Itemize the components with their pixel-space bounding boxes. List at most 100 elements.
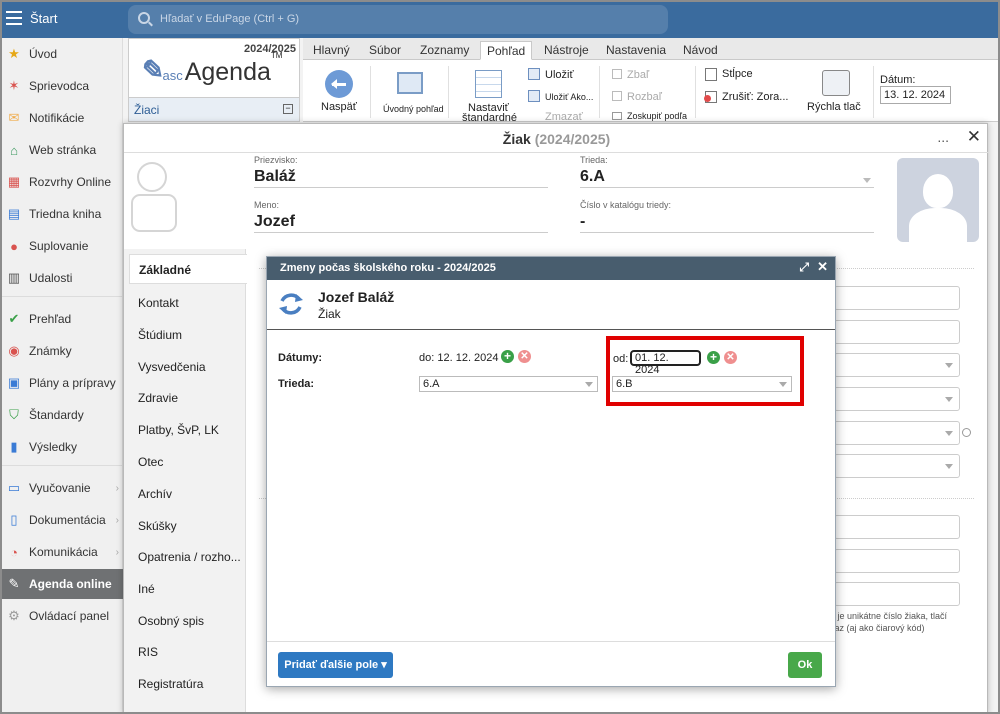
section-osobny-spis[interactable]: Osobný spis — [138, 614, 204, 628]
sidebar-item-uvod[interactable]: ★ Úvod — [0, 39, 123, 69]
section-kontakt[interactable]: Kontakt — [138, 296, 179, 310]
background-select[interactable] — [834, 454, 960, 478]
expand-button[interactable]: Rozbaľ — [627, 91, 662, 103]
search-box[interactable] — [128, 5, 668, 34]
remove-period-icon[interactable]: ✕ — [518, 350, 531, 363]
tab-nastavenia[interactable]: Nastavenia — [600, 41, 672, 60]
close-icon[interactable]: ✕ — [967, 127, 981, 147]
expand-icon[interactable]: ⤢ — [799, 260, 809, 275]
to-date-text: do: 12. 12. 2024 — [419, 352, 499, 364]
tab-subor[interactable]: Súbor — [363, 41, 407, 60]
sidebar-item-suplovanie[interactable]: ● Suplovanie — [0, 231, 123, 261]
background-input[interactable] — [834, 515, 960, 539]
tab-navod[interactable]: Návod — [677, 41, 724, 60]
sidebar-item-label: Úvod — [29, 47, 58, 61]
tab-pohlad[interactable]: Pohľad — [480, 41, 533, 60]
section-otec[interactable]: Otec — [138, 455, 163, 469]
sidebar-item-web[interactable]: ⌂ Web stránka — [0, 135, 123, 165]
sidebar-item-notifikacie[interactable]: ✉ Notifikácie — [0, 103, 123, 133]
section-ine[interactable]: Iné — [138, 582, 155, 596]
sidebar-item-agenda-online[interactable]: ✎ Agenda online — [0, 569, 123, 599]
sidebar-item-komunikacia[interactable]: ◔ Komunikácia › — [0, 537, 123, 567]
close-icon[interactable]: ✕ — [817, 259, 828, 275]
class-select-old[interactable]: 6.A — [419, 376, 598, 392]
student-photo-placeholder[interactable] — [897, 158, 979, 242]
logo-asc: asc — [162, 68, 183, 83]
refresh-icon[interactable] — [962, 428, 971, 437]
sync-icon — [279, 293, 303, 315]
sidebar-item-sprievodca[interactable]: ✶ Sprievodca — [0, 71, 123, 101]
section-vysvedcenia[interactable]: Vysvedčenia — [138, 360, 206, 374]
start-label[interactable]: Štart — [30, 11, 57, 26]
background-input[interactable] — [834, 549, 960, 573]
tab-nastroje[interactable]: Nástroje — [538, 41, 595, 60]
section-registratura[interactable]: Registratúra — [138, 677, 203, 691]
collapse-icon — [612, 69, 622, 79]
check-circle-icon: ✔ — [8, 311, 20, 326]
sidebar-item-label: Web stránka — [29, 143, 97, 157]
sidebar-item-standardy[interactable]: ⛉ Štandardy — [0, 400, 123, 430]
ok-button[interactable]: Ok — [788, 652, 822, 678]
add-field-button[interactable]: Pridať ďalšie pole ▾ — [278, 652, 393, 678]
quick-print-button[interactable]: Rýchla tlač — [807, 101, 861, 113]
tab-hlavny[interactable]: Hlavný — [307, 41, 356, 60]
person-icon: ● — [10, 238, 18, 254]
sidebar-item-vysledky[interactable]: ▮ Výsledky — [0, 432, 123, 462]
add-period-icon[interactable]: + — [501, 350, 514, 363]
save-as-icon — [528, 90, 540, 102]
class-field[interactable]: Trieda: 6.A — [580, 155, 874, 188]
section-platby[interactable]: Platby, ŠvP, LK — [138, 423, 219, 437]
tab-zoznamy[interactable]: Zoznamy — [414, 41, 475, 60]
sidebar-item-label: Komunikácia — [29, 545, 98, 559]
section-skusky[interactable]: Skúšky — [138, 519, 177, 533]
printer-icon — [822, 70, 850, 96]
catalog-number-field[interactable]: Číslo v katalógu triedy: - — [580, 200, 874, 233]
more-icon[interactable]: ... — [937, 129, 949, 145]
background-input[interactable] — [834, 286, 960, 310]
group-by-button[interactable]: Zoskupiť podľa — [627, 111, 687, 121]
background-select[interactable] — [834, 353, 960, 377]
search-input[interactable] — [160, 10, 640, 28]
background-input[interactable] — [834, 320, 960, 344]
student-window-title: Žiak (2024/2025) — [502, 131, 611, 147]
section-zakladne[interactable]: Základné — [129, 254, 247, 284]
section-archiv[interactable]: Archív — [138, 487, 172, 501]
section-zdravie[interactable]: Zdravie — [138, 391, 178, 405]
surname-field[interactable]: Priezvisko: Baláž — [254, 155, 548, 188]
save-as-button[interactable]: Uložiť Ako... — [545, 92, 593, 102]
section-ris[interactable]: RIS — [138, 645, 158, 659]
collapse-button[interactable]: Zbaľ — [627, 69, 649, 81]
hamburger-menu-icon[interactable] — [6, 11, 22, 25]
sidebar-item-prehlad[interactable]: ✔ Prehľad — [0, 304, 123, 334]
columns-button[interactable]: Stĺpce — [722, 68, 753, 80]
sidebar-item-dokumentacia[interactable]: ▯ Dokumentácia › — [0, 505, 123, 535]
sidebar-item-udalosti[interactable]: ▥ Udalosti — [0, 263, 123, 293]
sidebar-item-rozvrhy[interactable]: ▦ Rozvrhy Online — [0, 167, 123, 197]
sidebar-item-vyucovanie[interactable]: ▭ Vyučovanie › — [0, 473, 123, 503]
save-button[interactable]: Uložiť — [545, 69, 574, 81]
sidebar-item-triedna-kniha[interactable]: ▤ Triedna kniha — [0, 199, 123, 229]
back-button[interactable]: Naspäť — [321, 101, 357, 113]
collapse-icon[interactable]: − — [283, 104, 293, 114]
background-select[interactable] — [834, 421, 960, 445]
name-field[interactable]: Meno: Jozef — [254, 200, 548, 233]
students-panel-header[interactable]: Žiaci − — [129, 97, 299, 121]
surname-label: Priezvisko: — [254, 155, 298, 165]
home-view-button[interactable]: Úvodný pohľad — [383, 104, 444, 114]
background-select[interactable] — [834, 387, 960, 411]
section-studium[interactable]: Štúdium — [138, 328, 182, 342]
sidebar-item-plany[interactable]: ▣ Plány a prípravy — [0, 368, 123, 398]
date-input[interactable]: 13. 12. 2024 — [880, 86, 951, 104]
cancel-sort-button[interactable]: Zrušiť: Zora... — [722, 91, 788, 103]
sidebar-item-znamky[interactable]: ◉ Známky — [0, 336, 123, 366]
sidebar-item-ovladaci-panel[interactable]: ⚙ Ovládací panel — [0, 601, 123, 631]
section-opatrenia[interactable]: Opatrenia / rozho... — [138, 550, 241, 564]
back-arrow-icon[interactable] — [325, 70, 353, 98]
delete-button[interactable]: Zmazať — [545, 111, 583, 123]
chevron-down-icon — [863, 178, 871, 183]
surname-value: Baláž — [254, 168, 296, 185]
star-icon: ★ — [8, 46, 20, 61]
background-input[interactable] — [834, 582, 960, 606]
briefcase-icon: ▣ — [7, 375, 21, 390]
name-label: Meno: — [254, 200, 280, 210]
